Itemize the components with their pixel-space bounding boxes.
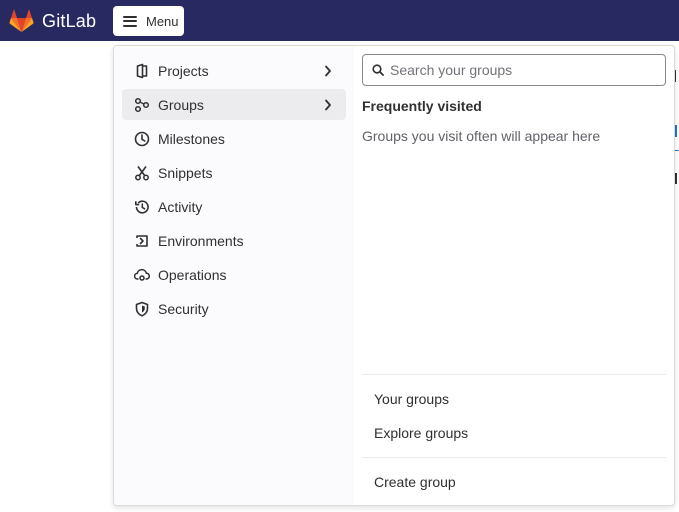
divider: [362, 457, 666, 458]
menu-item-label: Groups: [158, 96, 204, 113]
gitlab-tanuki-icon: [9, 9, 34, 33]
create-group-link[interactable]: Create group: [362, 467, 666, 497]
groups-panel: Frequently visited Groups you visit ofte…: [354, 46, 674, 505]
menu-item-security[interactable]: Security: [122, 293, 346, 324]
snippet-icon: [134, 165, 150, 181]
frequently-visited-heading: Frequently visited: [362, 98, 482, 114]
frequently-visited-empty-state: Groups you visit often will appear here: [362, 128, 601, 144]
menu-item-milestones[interactable]: Milestones: [122, 123, 346, 154]
chevron-right-icon: [324, 64, 332, 82]
menu-sections-list: Projects Groups Milestones Snippets Acti…: [114, 46, 354, 505]
menu-button-label: Menu: [146, 13, 179, 29]
brand-name: GitLab: [42, 10, 97, 31]
search-groups-field[interactable]: [362, 54, 666, 86]
search-groups-input[interactable]: [390, 62, 650, 78]
menu-item-label: Operations: [158, 266, 227, 283]
project-icon: [134, 63, 150, 79]
menu-item-label: Activity: [158, 198, 203, 215]
menu-item-operations[interactable]: Operations: [122, 259, 346, 290]
cloud-gear-icon: [134, 267, 150, 283]
menu-item-label: Security: [158, 300, 209, 317]
clock-icon: [134, 131, 150, 147]
brand-home-link[interactable]: GitLab: [9, 8, 96, 34]
group-icon: [134, 97, 150, 113]
explore-groups-link[interactable]: Explore groups: [362, 418, 666, 448]
hamburger-icon: [123, 15, 137, 27]
menu-button[interactable]: Menu: [113, 6, 184, 36]
menu-item-groups[interactable]: Groups: [122, 89, 346, 120]
environment-icon: [134, 233, 150, 249]
menu-item-label: Projects: [158, 62, 209, 79]
menu-item-label: Snippets: [158, 164, 213, 181]
chevron-right-icon: [324, 98, 332, 116]
shield-icon: [134, 301, 150, 317]
divider: [362, 374, 666, 375]
top-navbar: GitLab Menu: [0, 0, 679, 41]
menu-item-snippets[interactable]: Snippets: [122, 157, 346, 188]
menu-item-projects[interactable]: Projects: [122, 55, 346, 86]
search-icon: [372, 64, 384, 76]
your-groups-link[interactable]: Your groups: [362, 384, 666, 414]
menu-item-label: Environments: [158, 232, 244, 249]
menu-item-label: Milestones: [158, 130, 225, 147]
menu-dropdown: Projects Groups Milestones Snippets Acti…: [113, 45, 675, 506]
history-icon: [134, 199, 150, 215]
menu-item-environments[interactable]: Environments: [122, 225, 346, 256]
menu-item-activity[interactable]: Activity: [122, 191, 346, 222]
